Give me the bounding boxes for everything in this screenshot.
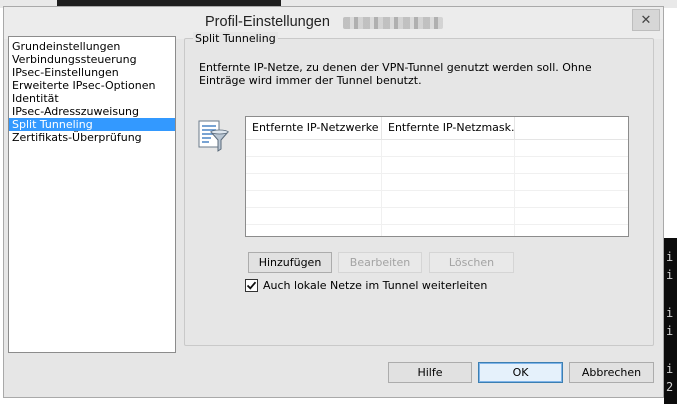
nav-item-identitaet[interactable]: Identität	[9, 92, 175, 105]
nav-item-split-tunneling[interactable]: Split Tunneling	[9, 118, 175, 131]
terminal-char: i	[666, 324, 674, 338]
table-row	[246, 208, 628, 225]
local-networks-label[interactable]: Auch lokale Netze im Tunnel weiterleiten	[263, 279, 487, 292]
dialog-title: Profil-Einstellungen	[205, 14, 330, 30]
title-bar[interactable]: Profil-Einstellungen ✕	[4, 7, 663, 39]
nav-item-verbindungssteuerung[interactable]: Verbindungssteuerung	[9, 53, 175, 66]
nav-item-ipsec-adresszuweisung[interactable]: IPsec-Adresszuweisung	[9, 105, 175, 118]
table-row	[246, 140, 628, 157]
help-button[interactable]: Hilfe	[388, 362, 472, 383]
column-header-remote-netmask[interactable]: Entfernte IP-Netzmask...	[382, 117, 515, 139]
section-description: Entfernte IP-Netze, zu denen der VPN-Tun…	[199, 61, 592, 87]
nav-item-erweiterte-ipsec-optionen[interactable]: Erweiterte IPsec-Optionen	[9, 79, 175, 92]
edit-button[interactable]: Bearbeiten	[338, 252, 422, 273]
close-button[interactable]: ✕	[632, 9, 660, 31]
terminal-char: i	[666, 268, 674, 282]
checkmark-icon	[246, 281, 257, 290]
close-icon: ✕	[640, 12, 652, 28]
column-header-remote-networks[interactable]: Entfernte IP-Netzwerke	[246, 117, 382, 139]
table-row	[246, 174, 628, 191]
section-title: Split Tunneling	[193, 32, 278, 45]
terminal-char: i	[666, 306, 674, 320]
nav-item-zertifikats-ueberpruefung[interactable]: Zertifikats-Überprüfung	[9, 131, 175, 144]
terminal-char: i	[666, 250, 674, 264]
terminal-char: 2	[666, 380, 674, 394]
local-networks-checkbox[interactable]	[245, 279, 258, 292]
remote-networks-table[interactable]: Entfernte IP-Netzwerke Entfernte IP-Netz…	[245, 116, 629, 237]
table-row	[246, 191, 628, 208]
background-terminal: i i i i i 2	[664, 238, 677, 404]
settings-nav-list[interactable]: Grundeinstellungen Verbindungssteuerung …	[8, 36, 176, 353]
terminal-char: i	[666, 362, 674, 376]
table-header: Entfernte IP-Netzwerke Entfernte IP-Netz…	[246, 117, 628, 140]
table-row	[246, 157, 628, 174]
table-row	[246, 225, 628, 236]
delete-button[interactable]: Löschen	[429, 252, 514, 273]
ok-button[interactable]: OK	[478, 362, 563, 383]
nav-item-grundeinstellungen[interactable]: Grundeinstellungen	[9, 40, 175, 53]
add-button[interactable]: Hinzufügen	[248, 252, 332, 273]
filter-icon	[198, 120, 230, 152]
redacted-profile-name	[343, 17, 443, 29]
nav-item-ipsec-einstellungen[interactable]: IPsec-Einstellungen	[9, 66, 175, 79]
cancel-button[interactable]: Abbrechen	[569, 362, 654, 383]
